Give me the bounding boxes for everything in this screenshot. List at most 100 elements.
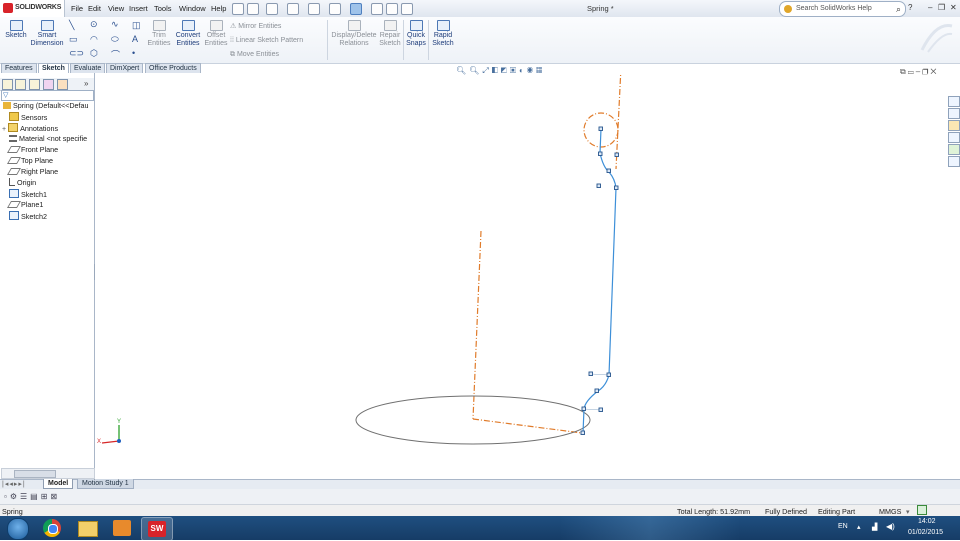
tree-root[interactable]: Spring (Default<<Defau: [3, 101, 89, 110]
clock-time[interactable]: 14:02: [918, 518, 936, 525]
rapid-sketch-button[interactable]: Rapid Sketch: [430, 20, 456, 48]
arc-tool-icon[interactable]: ◠: [90, 34, 98, 45]
panel-expand-icon[interactable]: »: [84, 79, 88, 88]
task-pane-resources-icon[interactable]: [948, 96, 960, 107]
mirror-entities-button[interactable]: ⚠ Mirror Entities: [230, 22, 281, 30]
spline-tool-icon[interactable]: ∿: [111, 19, 119, 30]
dimxpert-manager-tab-icon[interactable]: [43, 79, 54, 90]
menu-window[interactable]: Window: [179, 4, 206, 13]
command-separator: [428, 20, 429, 60]
task-pane-appearances-icon[interactable]: [948, 144, 960, 155]
repair-sketch-button[interactable]: Repair Sketch: [378, 20, 402, 48]
undo-icon[interactable]: [329, 3, 341, 15]
point-tool-icon[interactable]: •: [132, 48, 135, 58]
taskbar-chrome[interactable]: [37, 517, 67, 539]
solidworks-logo[interactable]: SOLIDWORKS: [0, 0, 65, 17]
task-pane-explorer-icon[interactable]: [948, 120, 960, 131]
offset-entities-button[interactable]: Offset Entities: [204, 20, 228, 48]
tree-item-sketch2[interactable]: Sketch2: [9, 211, 47, 221]
select-icon[interactable]: [350, 3, 362, 15]
tree-item-origin[interactable]: Origin: [9, 178, 36, 187]
restore-icon[interactable]: ❐: [938, 3, 945, 12]
display-delete-relations-button[interactable]: Display/Delete Relations: [331, 20, 377, 48]
tree-item-material[interactable]: Material <not specifie: [9, 134, 87, 143]
viewport-window-controls[interactable]: ⧉▭–❐✕: [900, 67, 938, 77]
tab-motion-study-1[interactable]: Motion Study 1: [77, 479, 134, 489]
plane-icon: [6, 146, 22, 153]
tab-scroll-arrows[interactable]: |◂◂▸▸|: [2, 480, 26, 488]
feature-manager-tab-icon[interactable]: [2, 79, 13, 90]
line-tool-icon[interactable]: ╲: [69, 20, 74, 31]
open-icon[interactable]: [266, 3, 278, 15]
smart-dimension-button[interactable]: Smart Dimension: [30, 20, 64, 48]
quick-snaps-button[interactable]: Quick Snaps: [405, 20, 427, 48]
linear-sketch-pattern-button[interactable]: ⁞⁞ Linear Sketch Pattern: [230, 37, 303, 44]
menu-help[interactable]: Help: [211, 4, 226, 13]
sketch-fillet-icon[interactable]: ◫: [132, 20, 141, 31]
network-icon[interactable]: ▟: [872, 523, 877, 531]
menu-tools[interactable]: Tools: [154, 4, 172, 13]
trim-entities-button[interactable]: Trim Entities: [147, 20, 171, 48]
taskbar-solidworks[interactable]: SW: [141, 517, 173, 541]
text-tool-icon[interactable]: A: [132, 34, 138, 44]
spline-control-point: [580, 430, 585, 435]
menu-view[interactable]: View: [108, 4, 124, 13]
scrollbar-thumb[interactable]: [14, 470, 56, 478]
start-button[interactable]: [1, 517, 33, 540]
sketch-button[interactable]: Sketch: [4, 20, 28, 40]
relations-label-2: Relations: [339, 40, 369, 47]
tree-item-annotations[interactable]: + Annotations: [2, 123, 58, 133]
heads-up-view-toolbar[interactable]: 🔍︎🔍︎⤢◧◩▣◐◉▦: [456, 66, 545, 76]
bottom-toolbar-icons[interactable]: ▫⚙☰▤⊞⊠: [4, 492, 60, 501]
units-dropdown-icon[interactable]: ▾: [906, 507, 910, 516]
minimize-icon[interactable]: –: [928, 3, 932, 12]
file-properties-icon[interactable]: [386, 3, 398, 15]
tree-item-sensors[interactable]: Sensors: [9, 112, 47, 122]
tree-item-top-plane[interactable]: Top Plane: [6, 156, 53, 165]
circle-tool-icon[interactable]: ⊙: [90, 19, 98, 30]
show-hidden-icons-icon[interactable]: ▴: [857, 523, 861, 531]
tree-filter-input[interactable]: ▽: [1, 90, 94, 101]
tree-item-right-plane[interactable]: Right Plane: [6, 167, 58, 176]
rebuild-icon[interactable]: [371, 3, 383, 15]
rectangle-tool-icon[interactable]: ▭: [69, 34, 78, 45]
polygon-tool-icon[interactable]: ⬡: [90, 48, 98, 59]
centerline-tool-icon[interactable]: ⌒: [111, 48, 120, 61]
menu-edit[interactable]: Edit: [88, 4, 101, 13]
tab-model[interactable]: Model: [43, 479, 74, 489]
volume-icon[interactable]: ◀): [886, 522, 895, 531]
slot-tool-icon[interactable]: ⊂⊃: [69, 48, 84, 59]
rebuild-status-icon[interactable]: [917, 505, 927, 515]
new-document-icon[interactable]: [247, 3, 259, 15]
language-indicator[interactable]: EN: [838, 523, 848, 530]
ellipse-tool-icon[interactable]: ⬭: [111, 34, 119, 45]
print-icon[interactable]: [308, 3, 320, 15]
search-icon[interactable]: ⌕: [896, 4, 901, 15]
tree-item-plane1[interactable]: Plane1: [6, 200, 43, 209]
configuration-manager-tab-icon[interactable]: [29, 79, 40, 90]
pin-icon[interactable]: [232, 3, 244, 15]
tree-horizontal-scrollbar[interactable]: [1, 468, 95, 479]
expand-icon[interactable]: +: [2, 126, 6, 133]
menu-insert[interactable]: Insert: [129, 4, 148, 13]
task-pane-view-palette-icon[interactable]: [948, 132, 960, 143]
help-search-input[interactable]: Search SolidWorks Help ⌕: [779, 1, 906, 17]
clock-date[interactable]: 01/02/2015: [908, 529, 943, 536]
menu-file[interactable]: File: [71, 4, 83, 13]
taskbar-app[interactable]: [107, 517, 137, 539]
units-selector[interactable]: MMGS: [879, 507, 901, 516]
options-icon[interactable]: [401, 3, 413, 15]
tree-item-front-plane[interactable]: Front Plane: [6, 145, 58, 154]
convert-entities-button[interactable]: Convert Entities: [173, 20, 203, 48]
taskbar-explorer[interactable]: [72, 517, 102, 539]
close-icon[interactable]: ✕: [950, 3, 957, 12]
sketch-canvas[interactable]: [95, 73, 960, 479]
task-pane-library-icon[interactable]: [948, 108, 960, 119]
display-manager-tab-icon[interactable]: [57, 79, 68, 90]
property-manager-tab-icon[interactable]: [15, 79, 26, 90]
help-question-icon[interactable]: ?: [908, 3, 912, 12]
save-icon[interactable]: [287, 3, 299, 15]
tree-item-sketch1[interactable]: Sketch1: [9, 189, 47, 199]
move-entities-button[interactable]: ⧉ Move Entities: [230, 51, 279, 59]
task-pane-custom-properties-icon[interactable]: [948, 156, 960, 167]
